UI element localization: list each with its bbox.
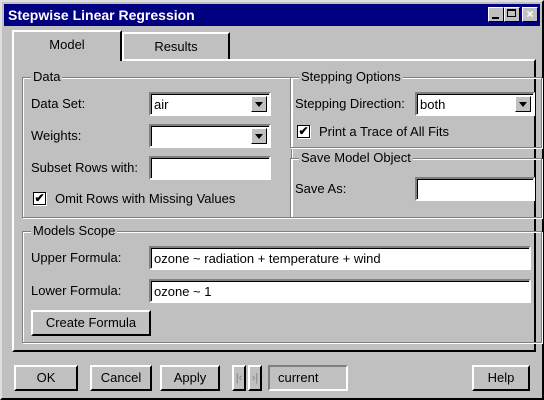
save-as-label: Save As: xyxy=(295,181,347,196)
minimize-icon xyxy=(492,17,499,19)
maximize-icon xyxy=(507,9,516,17)
models-scope-title: Models Scope xyxy=(31,223,118,239)
weights-dropdown[interactable] xyxy=(149,124,271,148)
chevron-down-icon[interactable] xyxy=(251,96,267,112)
close-button[interactable]: × xyxy=(522,7,538,22)
prev-button[interactable]: |‹ xyxy=(232,365,246,391)
stepping-direction-value: both xyxy=(420,97,446,112)
cancel-button[interactable]: Cancel xyxy=(90,365,152,391)
tab-model-label: Model xyxy=(49,37,85,52)
close-icon: × xyxy=(526,7,534,21)
omit-rows-checkbox[interactable]: ✔ xyxy=(33,192,46,205)
minimize-button[interactable] xyxy=(488,7,504,22)
create-formula-button[interactable]: Create Formula xyxy=(31,310,151,336)
dialog-window: Stepwise Linear Regression × Model Resul… xyxy=(0,0,544,400)
save-as-input[interactable] xyxy=(415,177,535,201)
data-set-value: air xyxy=(154,97,169,112)
window-title: Stepwise Linear Regression xyxy=(8,7,195,23)
tab-results-label: Results xyxy=(154,39,198,54)
omit-rows-label: Omit Rows with Missing Values xyxy=(55,191,236,206)
apply-button[interactable]: Apply xyxy=(160,365,220,391)
tab-panel: Data Data Set: air Weights: Subset Rows … xyxy=(12,59,542,352)
checkmark-icon: ✔ xyxy=(34,191,45,205)
prev-arrow-icon: |‹ xyxy=(235,372,243,384)
print-trace-label: Print a Trace of All Fits xyxy=(319,124,450,139)
lower-formula-input[interactable]: ozone ~ 1 xyxy=(149,279,531,303)
tab-results[interactable]: Results xyxy=(122,32,230,60)
weights-label: Weights: xyxy=(31,128,82,143)
maximize-button[interactable] xyxy=(504,7,520,22)
title-bar: Stepwise Linear Regression × xyxy=(4,4,540,26)
upper-formula-value: ozone ~ radiation + temperature + wind xyxy=(154,251,381,266)
help-label: Help xyxy=(487,370,515,385)
stepping-options-group: Stepping Options Stepping Direction: bot… xyxy=(290,69,542,148)
data-group-title: Data xyxy=(31,69,63,85)
data-group: Data Data Set: air Weights: Subset Rows … xyxy=(22,69,292,218)
upper-formula-input[interactable]: ozone ~ radiation + temperature + wind xyxy=(149,246,531,270)
next-arrow-icon: ›| xyxy=(251,372,259,384)
save-model-group: Save Model Object Save As: xyxy=(290,150,542,218)
subset-rows-input[interactable] xyxy=(149,156,271,180)
lower-formula-value: ozone ~ 1 xyxy=(154,284,212,299)
print-trace-checkbox[interactable]: ✔ xyxy=(297,125,310,138)
models-scope-group: Models Scope Upper Formula: ozone ~ radi… xyxy=(22,223,542,343)
stepping-direction-label: Stepping Direction: xyxy=(295,96,405,111)
upper-formula-label: Upper Formula: xyxy=(31,250,122,265)
cancel-label: Cancel xyxy=(100,370,142,385)
subset-rows-label: Subset Rows with: xyxy=(31,160,138,175)
chevron-down-icon[interactable] xyxy=(515,96,531,112)
stepping-options-title: Stepping Options xyxy=(299,69,403,85)
current-indicator: current xyxy=(268,365,348,391)
next-button[interactable]: ›| xyxy=(248,365,262,391)
ok-button[interactable]: OK xyxy=(14,365,78,391)
data-set-dropdown[interactable]: air xyxy=(149,92,271,116)
create-formula-label: Create Formula xyxy=(45,315,137,330)
checkmark-icon: ✔ xyxy=(298,124,309,138)
save-model-title: Save Model Object xyxy=(299,150,413,166)
current-label: current xyxy=(278,370,319,385)
chevron-down-icon[interactable] xyxy=(251,128,267,144)
lower-formula-label: Lower Formula: xyxy=(31,283,122,298)
tab-model[interactable]: Model xyxy=(12,30,122,61)
ok-label: OK xyxy=(36,370,56,385)
apply-label: Apply xyxy=(173,370,207,385)
stepping-direction-dropdown[interactable]: both xyxy=(415,92,535,116)
help-button[interactable]: Help xyxy=(472,365,530,391)
data-set-label: Data Set: xyxy=(31,96,86,111)
